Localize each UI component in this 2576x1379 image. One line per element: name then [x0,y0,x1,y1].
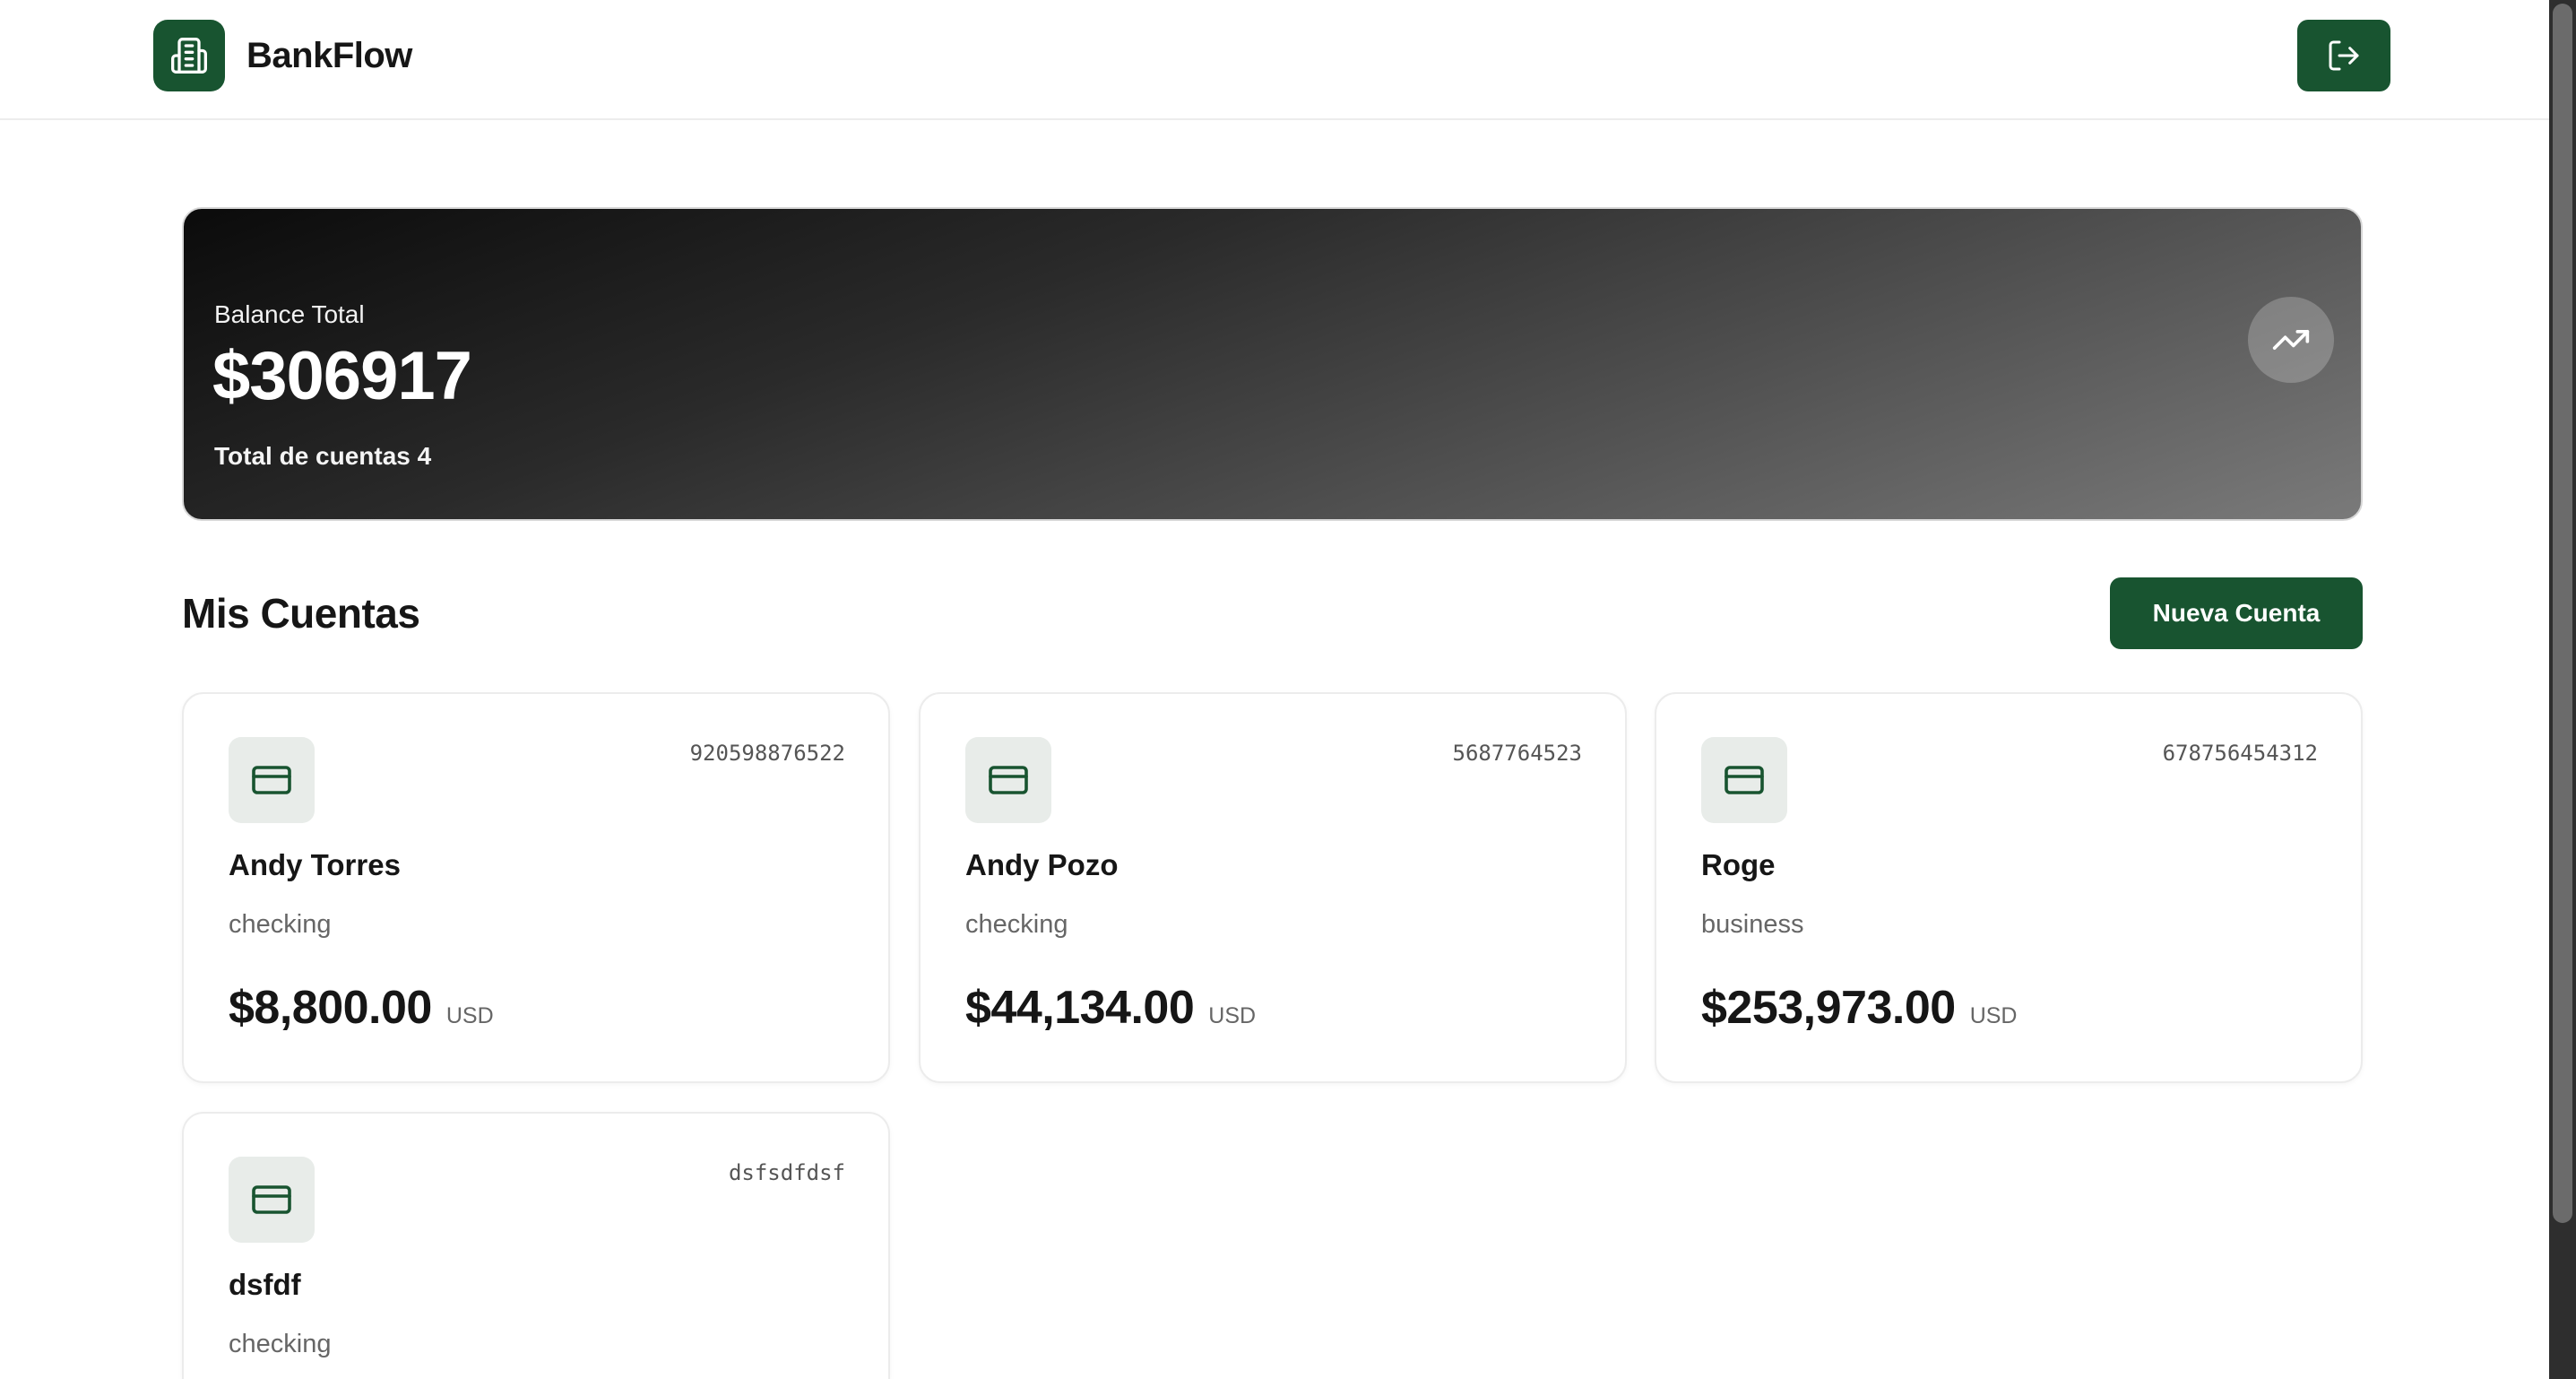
section-title: Mis Cuentas [182,590,420,637]
account-card[interactable]: 678756454312 Roge business $253,973.00 U… [1655,692,2363,1083]
building-icon [171,38,207,74]
brand-name[interactable]: BankFlow [246,32,412,79]
account-balance: $253,973.00 USD [1701,979,2017,1036]
balance-label: Balance Total [214,300,365,328]
credit-card-icon [252,1185,291,1214]
trend-badge [2248,297,2334,383]
account-count: Total de cuentas 4 [214,442,432,470]
account-currency: USD [1969,1003,2018,1028]
page-scrollbar[interactable] [2549,0,2576,1379]
account-currency: USD [445,1003,494,1028]
credit-card-icon [252,766,291,794]
account-holder: Roge [1701,848,1776,881]
account-card[interactable]: 5687764523 Andy Pozo checking $44,134.00… [919,692,1627,1083]
account-amount: $8,800.00 [229,982,432,1034]
scrollbar-thumb[interactable] [2553,4,2572,1223]
account-holder: dsfdf [229,1268,301,1301]
account-icon-box [965,737,1051,823]
account-holder: Andy Pozo [965,848,1119,881]
account-currency: USD [1208,1003,1257,1028]
account-amount: $44,134.00 [965,982,1195,1034]
account-card[interactable]: 920598876522 Andy Torres checking $8,800… [182,692,890,1083]
balance-amount: $306917 [212,338,472,414]
credit-card-icon [989,766,1028,794]
total-balance-card: Balance Total $306917 Total de cuentas 4 [182,207,2363,521]
account-number: 920598876522 [689,741,845,766]
account-holder: Andy Torres [229,848,401,881]
brand-logo[interactable] [153,20,225,91]
account-card[interactable]: dsfsdfdsf dsfdf checking [182,1112,890,1379]
logout-button[interactable] [2297,20,2390,91]
new-account-button[interactable]: Nueva Cuenta [2110,577,2363,649]
account-balance: $8,800.00 USD [229,979,494,1036]
trending-up-icon [2272,330,2310,350]
logout-icon [2329,40,2359,71]
account-number: 678756454312 [2162,741,2318,766]
account-type: checking [965,910,1068,939]
account-type: checking [229,910,332,939]
account-icon-box [229,1157,315,1243]
account-icon-box [229,737,315,823]
app-header: BankFlow [0,0,2549,120]
account-type: business [1701,910,1804,939]
account-balance: $44,134.00 USD [965,979,1256,1036]
account-number: dsfsdfdsf [728,1160,845,1185]
account-amount: $253,973.00 [1701,982,1956,1034]
credit-card-icon [1725,766,1764,794]
account-number: 5687764523 [1452,741,1583,766]
account-icon-box [1701,737,1787,823]
account-type: checking [229,1330,332,1358]
